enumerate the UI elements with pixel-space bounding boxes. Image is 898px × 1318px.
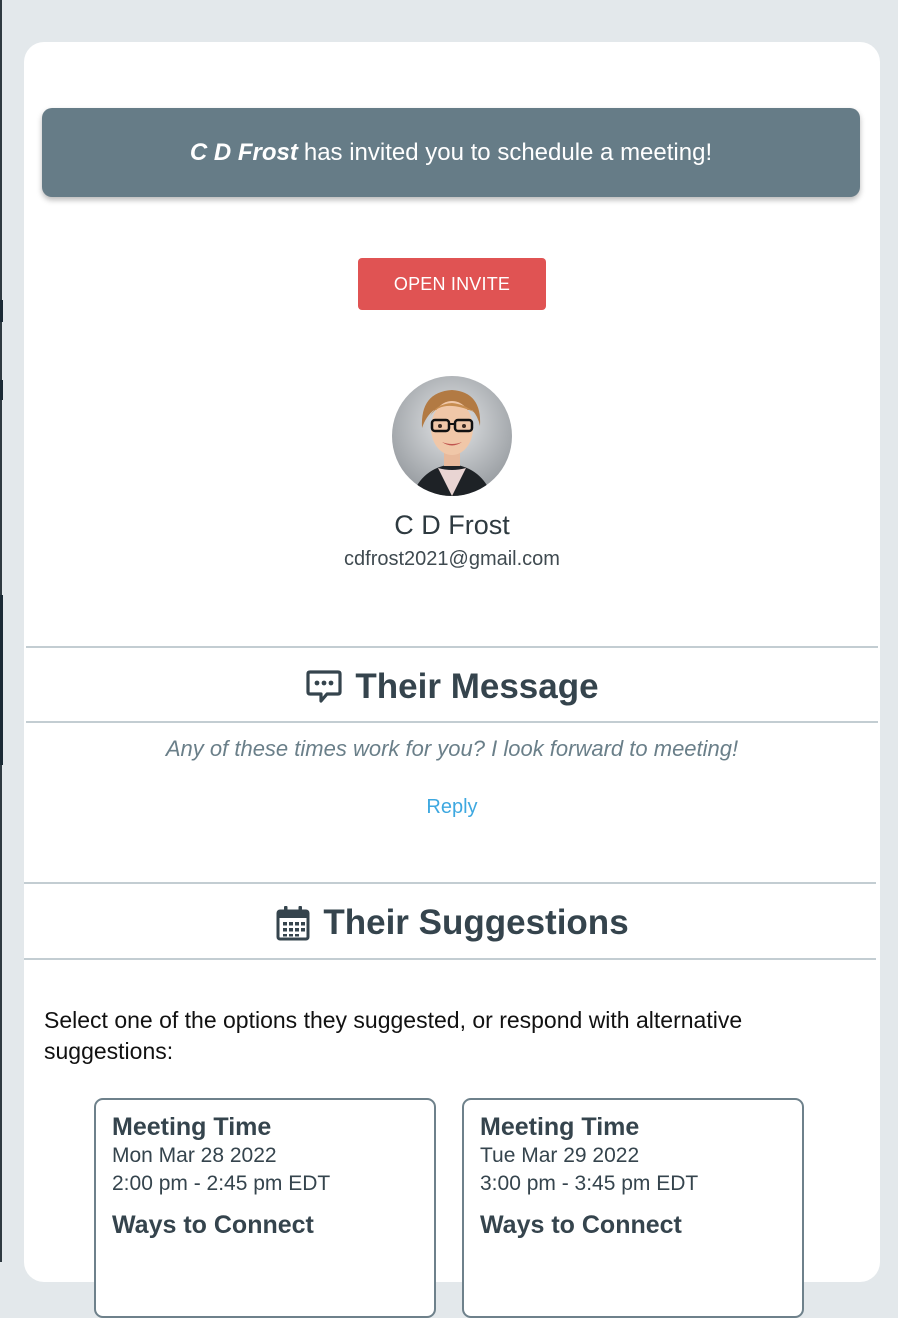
message-section-title: Their Message xyxy=(24,664,880,710)
inviter-name: C D Frost xyxy=(189,138,298,166)
invite-card: C D Frost has invited you to schedule a … xyxy=(24,42,880,1318)
message-section-heading: Their Message xyxy=(355,667,599,706)
divider xyxy=(24,958,876,960)
meeting-time-label: Meeting Time xyxy=(112,1113,272,1141)
invite-banner: C D Frost has invited you to schedule a … xyxy=(42,108,860,197)
meeting-time-range: 3:00 pm - 3:45 pm EDT xyxy=(480,1172,699,1195)
inviter-full-name: C D Frost xyxy=(394,510,510,540)
window-left-edge xyxy=(0,0,3,1262)
chat-bubble-icon xyxy=(306,670,343,703)
meeting-date: Tue Mar 29 2022 xyxy=(480,1144,640,1167)
inviter-email: cdfrost2021@gmail.com xyxy=(344,548,560,570)
meeting-date: Mon Mar 28 2022 xyxy=(112,1144,277,1167)
divider xyxy=(26,646,878,648)
reply-link[interactable]: Reply xyxy=(24,796,880,819)
ways-to-connect-label: Ways to Connect xyxy=(480,1211,682,1239)
avatar-photo xyxy=(392,376,512,496)
suggestions-section-title: Their Suggestions xyxy=(24,900,880,946)
open-invite-button[interactable]: OPEN INVITE xyxy=(358,258,546,310)
meeting-time-range: 2:00 pm - 2:45 pm EDT xyxy=(112,1172,331,1195)
edge-segment xyxy=(0,595,3,765)
ways-to-connect-label: Ways to Connect xyxy=(112,1211,314,1239)
avatar xyxy=(392,376,512,496)
their-message-text: Any of these times work for you? I look … xyxy=(165,736,739,761)
edge-segment xyxy=(0,300,3,322)
divider xyxy=(24,882,876,884)
calendar-icon xyxy=(276,906,310,941)
invite-text: has invited you to schedule a meeting! xyxy=(303,138,713,166)
suggestion-option[interactable]: Meeting Time Mon Mar 28 2022 2:00 pm - 2… xyxy=(94,1098,436,1318)
divider xyxy=(26,721,878,723)
suggestions-instructions: Select one of the options they suggested… xyxy=(44,1007,743,1064)
suggestion-option[interactable]: Meeting Time Tue Mar 29 2022 3:00 pm - 3… xyxy=(462,1098,804,1318)
meeting-time-label: Meeting Time xyxy=(480,1113,640,1141)
edge-segment xyxy=(0,380,3,400)
suggestions-section-heading: Their Suggestions xyxy=(323,903,629,942)
